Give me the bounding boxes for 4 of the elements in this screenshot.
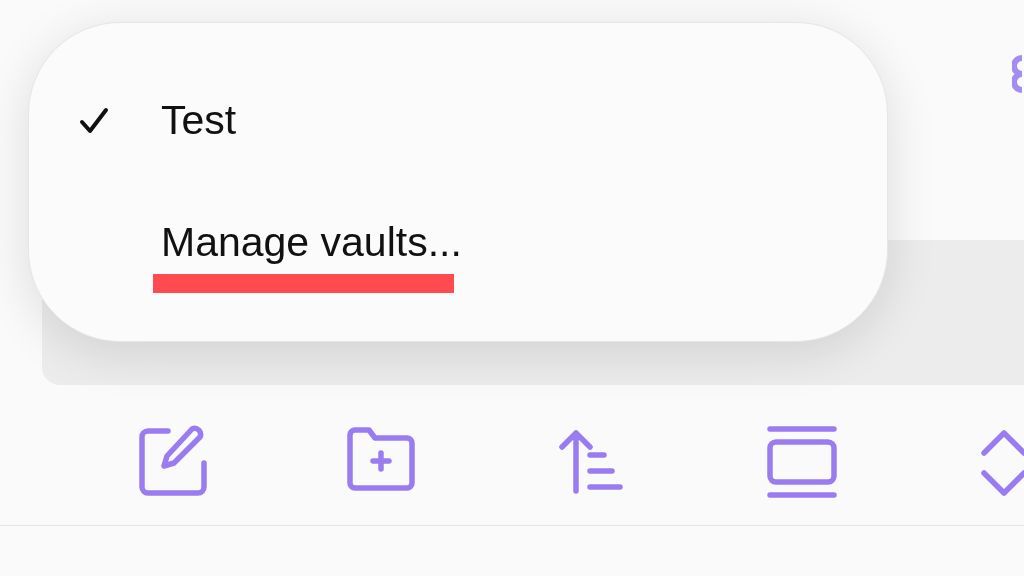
menu-item[interactable]: Manage vaults... [161, 219, 462, 266]
pen-square-icon[interactable] [136, 425, 208, 499]
layout-icon[interactable] [766, 425, 838, 499]
menu-item[interactable]: Test [161, 97, 237, 144]
